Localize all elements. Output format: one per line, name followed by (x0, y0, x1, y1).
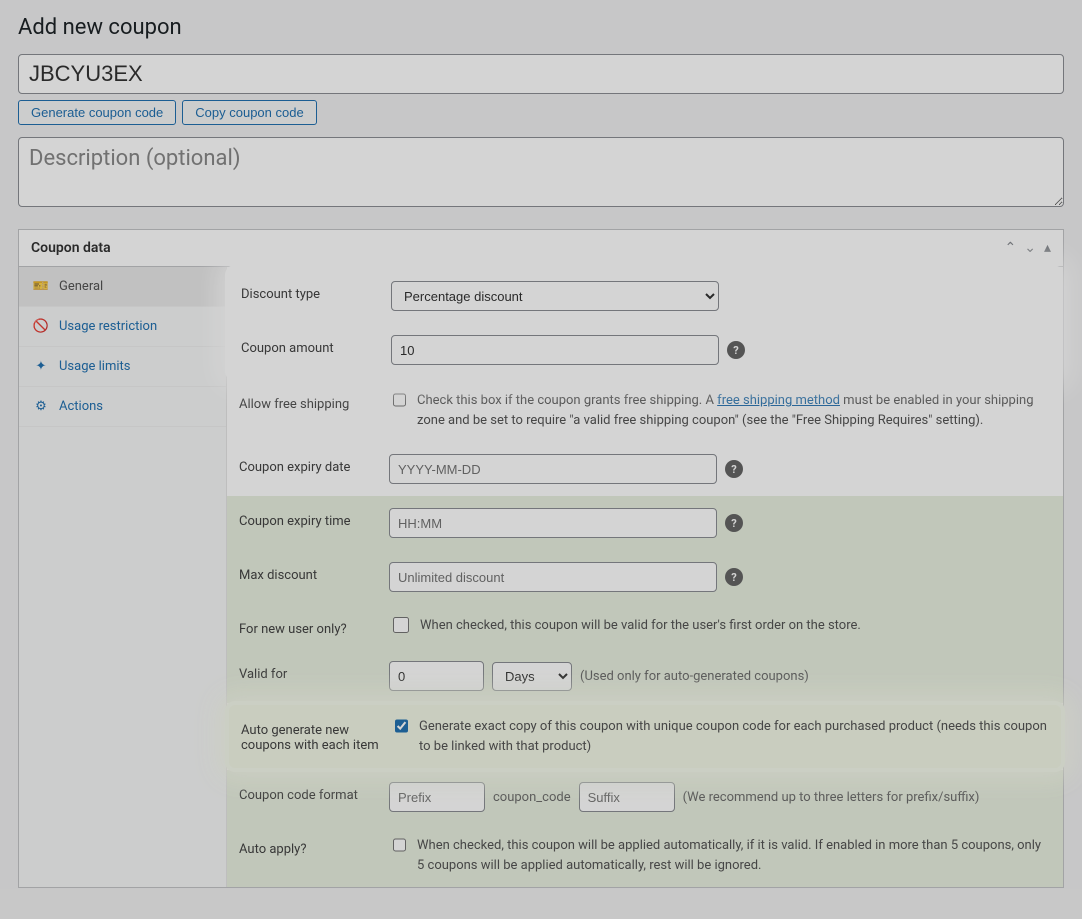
description-textarea[interactable] (18, 137, 1064, 207)
tab-usage-restriction[interactable]: 🚫 Usage restriction (19, 307, 226, 347)
auto-apply-checkbox[interactable] (393, 837, 406, 853)
panel-toggle-icon[interactable]: ▴ (1044, 240, 1051, 256)
suffix-input[interactable] (579, 782, 675, 812)
tab-label: General (59, 279, 103, 294)
new-user-desc: When checked, this coupon will be valid … (420, 616, 861, 636)
expand-icon: ✦ (33, 359, 49, 374)
discount-type-label: Discount type (241, 281, 391, 302)
panel-down-icon[interactable]: ⌄ (1024, 240, 1036, 256)
generate-coupon-button[interactable]: Generate coupon code (18, 100, 176, 125)
coupon-amount-label: Coupon amount (241, 335, 391, 356)
valid-for-hint: (Used only for auto-generated coupons) (580, 669, 809, 684)
free-shipping-link[interactable]: free shipping method (717, 393, 840, 408)
panel-title: Coupon data (31, 240, 111, 256)
tab-usage-limits[interactable]: ✦ Usage limits (19, 347, 226, 387)
expiry-time-input[interactable] (389, 508, 717, 538)
help-icon[interactable]: ? (725, 568, 743, 586)
code-format-hint: (We recommend up to three letters for pr… (683, 790, 980, 805)
tab-label: Usage restriction (59, 319, 157, 334)
code-format-label: Coupon code format (239, 782, 389, 803)
tab-actions[interactable]: ⚙ Actions (19, 387, 226, 427)
gear-icon: ⚙ (33, 399, 49, 414)
copy-coupon-button[interactable]: Copy coupon code (182, 100, 316, 125)
new-user-label: For new user only? (239, 616, 389, 637)
free-shipping-label: Allow free shipping (239, 391, 389, 412)
auto-generate-desc: Generate exact copy of this coupon with … (419, 717, 1049, 756)
help-icon[interactable]: ? (725, 514, 743, 532)
max-discount-label: Max discount (239, 562, 389, 583)
free-shipping-desc: Check this box if the coupon grants free… (417, 391, 1051, 430)
prefix-input[interactable] (389, 782, 485, 812)
tab-label: Usage limits (59, 359, 130, 374)
coupon-amount-input[interactable] (391, 335, 719, 365)
auto-apply-label: Auto apply? (239, 836, 389, 857)
auto-generate-checkbox[interactable] (395, 718, 408, 734)
tab-label: Actions (59, 399, 103, 414)
coupon-code-input[interactable] (18, 54, 1064, 94)
code-middle: coupon_code (493, 790, 571, 805)
auto-generate-label: Auto generate new coupons with each item (241, 717, 391, 753)
tab-general[interactable]: 🎫 General (19, 267, 226, 307)
block-icon: 🚫 (33, 319, 49, 334)
new-user-checkbox[interactable] (393, 617, 409, 633)
free-shipping-checkbox[interactable] (393, 392, 406, 408)
valid-for-label: Valid for (239, 661, 389, 682)
coupon-data-panel: Coupon data ⌃ ⌄ ▴ 🎫 General 🚫 Usage rest… (18, 229, 1064, 888)
expiry-date-label: Coupon expiry date (239, 454, 389, 475)
help-icon[interactable]: ? (725, 460, 743, 478)
valid-for-input[interactable] (389, 661, 484, 691)
panel-up-icon[interactable]: ⌃ (1005, 240, 1017, 256)
page-title: Add new coupon (18, 0, 1064, 54)
expiry-date-input[interactable] (389, 454, 717, 484)
ticket-icon: 🎫 (33, 279, 49, 294)
help-icon[interactable]: ? (727, 341, 745, 359)
auto-apply-desc: When checked, this coupon will be applie… (417, 836, 1051, 875)
max-discount-input[interactable] (389, 562, 717, 592)
discount-type-select[interactable]: Percentage discount (391, 281, 719, 311)
valid-for-unit-select[interactable]: Days (492, 662, 572, 691)
expiry-time-label: Coupon expiry time (239, 508, 389, 529)
